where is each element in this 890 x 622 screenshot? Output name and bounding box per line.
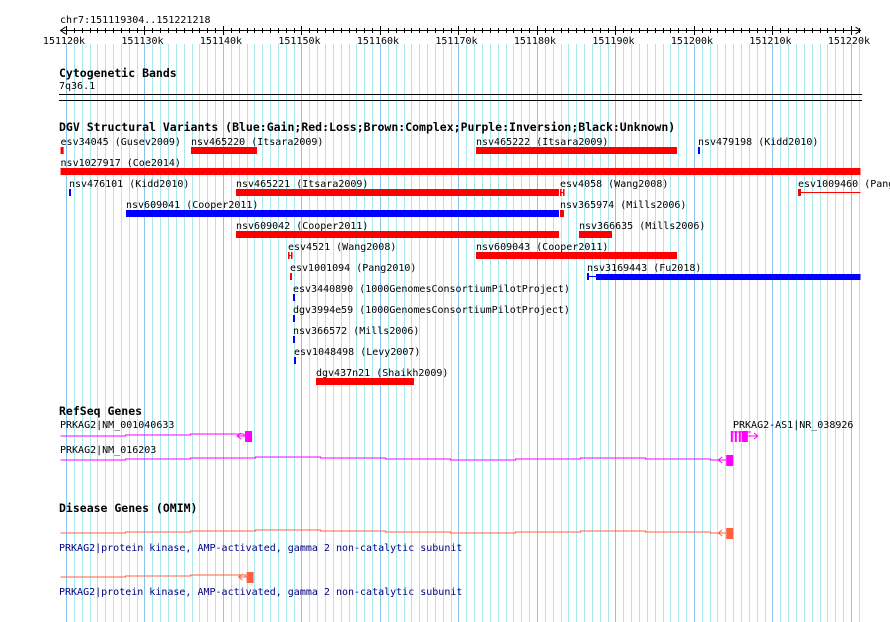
sv-label: esv3440890 (1000GenomesConsortiumPilotPr… xyxy=(293,284,570,295)
sv-label: nsv3169443 (Fu2018) xyxy=(587,263,701,274)
sv-label: nsv609041 (Cooper2011) xyxy=(126,200,258,211)
genome-browser-panel: 151120k 151130k 151140k 151150k 151160k 15117… xyxy=(43,26,890,622)
refseq-gene-exon[interactable] xyxy=(726,455,734,466)
gene-label: PRKAG2|NM_016203 xyxy=(60,445,156,456)
ruler-tick-label: 151160k xyxy=(357,36,399,47)
sv-bar[interactable] xyxy=(293,357,296,364)
gene-label: PRKAG2-AS1|NR_038926 xyxy=(733,420,853,431)
sv-bar[interactable] xyxy=(698,147,701,154)
cytoband-track-title[interactable]: Cytogenetic Bands xyxy=(59,67,177,80)
sv-label: esv4521 (Wang2008) xyxy=(288,242,396,253)
refseq-gene-exon[interactable] xyxy=(741,431,748,442)
ruler-tick-label: 151210k xyxy=(749,36,791,47)
sv-label: nsv609042 (Cooper2011) xyxy=(236,221,368,232)
ruler-tick-label: 151200k xyxy=(671,36,713,47)
refseq-track-title[interactable]: RefSeq Genes xyxy=(59,405,142,418)
region-label: chr7:151119304..151221218 xyxy=(60,15,211,26)
sv-label: nsv465220 (Itsara2009) xyxy=(191,137,323,148)
sv-bar[interactable] xyxy=(560,210,564,217)
sv-label: esv1009460 (Pang2010) xyxy=(798,179,890,190)
sv-bar[interactable] xyxy=(60,147,64,154)
ruler-tick-label: 151170k xyxy=(435,36,477,47)
refseq-gene-exon[interactable] xyxy=(738,431,741,442)
sv-label: nsv1027917 (Coe2014) xyxy=(61,158,181,169)
sv-bar[interactable] xyxy=(236,231,559,238)
ruler-tick-label: 151120k xyxy=(43,36,85,47)
sv-label: esv1048498 (Levy2007) xyxy=(294,347,420,358)
sv-bar[interactable] xyxy=(293,336,296,343)
dgv-track-title[interactable]: DGV Structural Variants (Blue:Gain;Red:L… xyxy=(59,121,675,134)
sv-bar[interactable] xyxy=(578,231,612,238)
ruler-tick-label: 151180k xyxy=(514,36,556,47)
sv-label: esv4058 (Wang2008) xyxy=(560,179,668,190)
sv-label: nsv366572 (Mills2006) xyxy=(293,326,419,337)
ruler-tick-label: 151150k xyxy=(278,36,320,47)
sv-bar[interactable] xyxy=(476,252,677,259)
omim-track-title[interactable]: Disease Genes (OMIM) xyxy=(59,502,197,515)
ruler-tick-label: 151220k xyxy=(828,36,870,47)
omim-gene-label: PRKAG2|protein kinase, AMP-activated, ga… xyxy=(59,543,462,554)
sv-label: nsv366635 (Mills2006) xyxy=(579,221,705,232)
refseq-gene-exon[interactable] xyxy=(730,431,733,442)
sv-label: esv1001094 (Pang2010) xyxy=(290,263,416,274)
sv-bar[interactable] xyxy=(316,378,414,385)
sv-bar[interactable] xyxy=(236,189,559,196)
sv-bar[interactable] xyxy=(595,274,861,280)
sv-label: nsv476101 (Kidd2010) xyxy=(69,179,189,190)
sv-label: nsv479198 (Kidd2010) xyxy=(698,137,818,148)
omim-gene-exon[interactable] xyxy=(726,528,734,539)
gene-label: PRKAG2|NM_001040633 xyxy=(60,420,174,431)
sv-label: dgv3994e59 (1000GenomesConsortiumPilotPr… xyxy=(293,305,570,316)
omim-gene-exon[interactable] xyxy=(246,572,254,583)
sv-bar[interactable] xyxy=(293,315,296,322)
sv-label: dgv437n21 (Shaikh2009) xyxy=(316,368,448,379)
omim-gene-intron xyxy=(60,574,247,578)
sv-label: nsv609043 (Cooper2011) xyxy=(476,242,608,253)
sv-bar[interactable] xyxy=(60,168,861,175)
cytoband-label: 7q36.1 xyxy=(59,81,96,92)
refseq-gene-exon[interactable] xyxy=(734,431,737,442)
refseq-gene-exon[interactable] xyxy=(245,431,253,442)
ruler-tick-label: 151140k xyxy=(200,36,242,47)
ruler-tick-label: 151130k xyxy=(121,36,163,47)
sv-bar[interactable] xyxy=(191,147,257,154)
omim-gene-label: PRKAG2|protein kinase, AMP-activated, ga… xyxy=(59,587,462,598)
sv-bar[interactable] xyxy=(68,189,71,196)
sv-label: nsv365974 (Mills2006) xyxy=(560,200,686,211)
sv-label: esv34045 (Gusev2009) xyxy=(61,137,181,148)
ruler-tick-label: 151190k xyxy=(592,36,634,47)
sv-bar[interactable] xyxy=(126,210,559,217)
sv-label: nsv465221 (Itsara2009) xyxy=(236,179,368,190)
sv-bar[interactable] xyxy=(293,294,296,301)
sv-bar[interactable] xyxy=(289,273,292,280)
sv-label: nsv465222 (Itsara2009) xyxy=(476,137,608,148)
sv-bar[interactable] xyxy=(476,147,677,154)
